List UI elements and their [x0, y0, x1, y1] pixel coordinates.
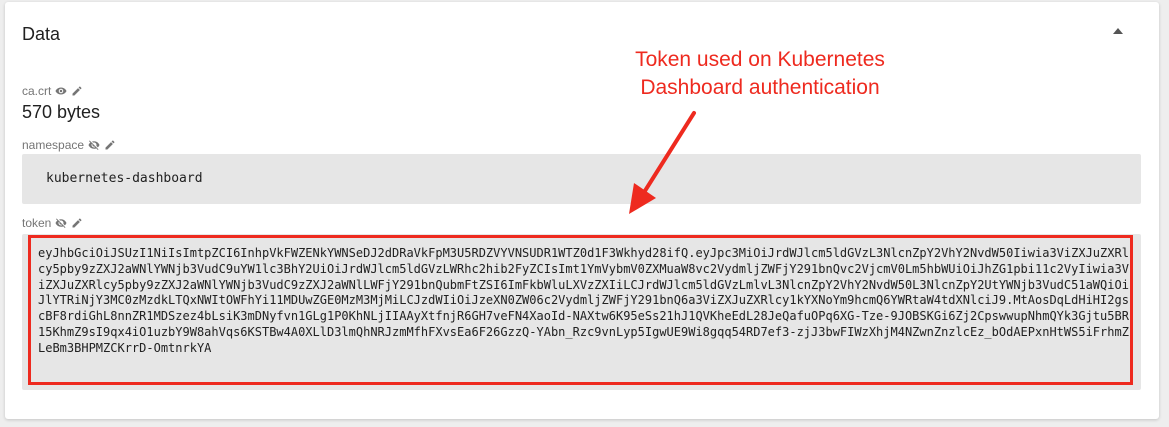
eye-off-icon[interactable]: [55, 217, 67, 229]
ca-crt-value: 570 bytes: [22, 102, 101, 122]
pencil-icon[interactable]: [71, 217, 83, 229]
annotation-text: Token used on Kubernetes Dashboard authe…: [635, 48, 885, 99]
namespace-value-box: kubernetes-dashboard: [22, 154, 1141, 204]
eye-off-icon[interactable]: [88, 139, 100, 151]
token-highlight-box: [28, 235, 1133, 385]
token-label: token: [22, 216, 52, 230]
namespace-value: kubernetes-dashboard: [46, 171, 203, 186]
card-title: Data: [22, 24, 61, 44]
ca-crt-label: ca.crt: [22, 84, 52, 98]
collapse-icon[interactable]: [1113, 28, 1123, 34]
pencil-icon[interactable]: [104, 139, 116, 151]
token-label-row: token: [22, 216, 83, 230]
pencil-icon[interactable]: [71, 85, 83, 97]
eye-icon[interactable]: [55, 85, 67, 97]
namespace-label: namespace: [22, 138, 85, 152]
namespace-label-row: namespace: [22, 138, 116, 152]
ca-crt-label-row: ca.crt: [22, 84, 83, 98]
